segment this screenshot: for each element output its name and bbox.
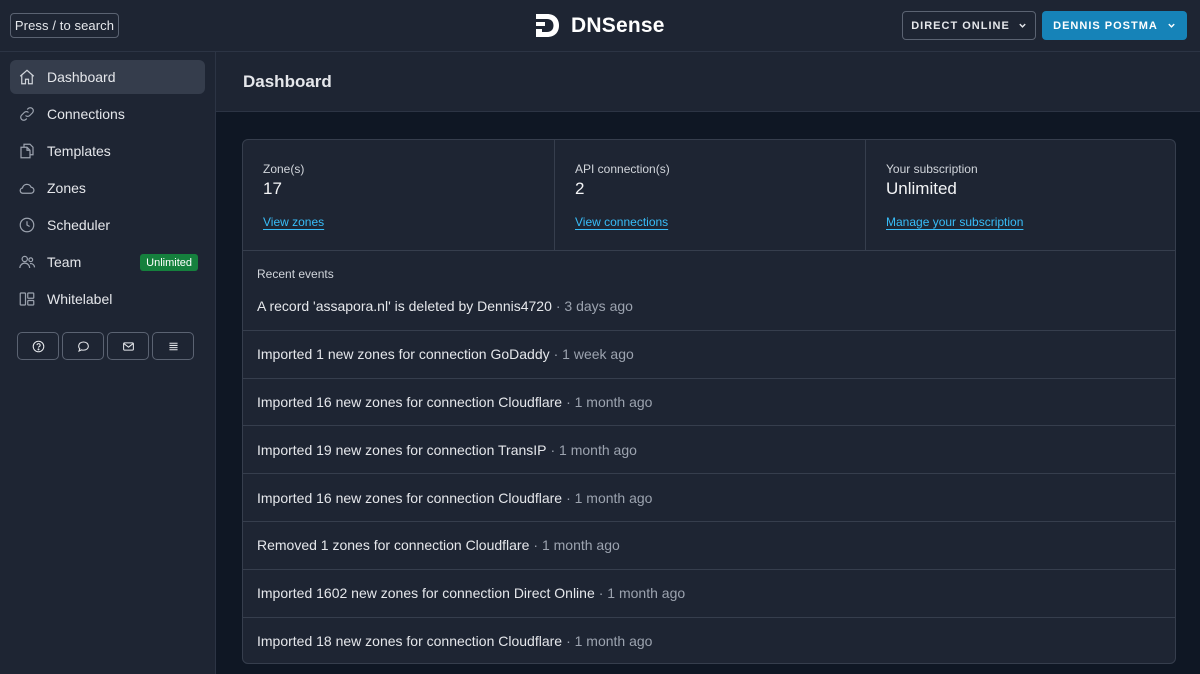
event-time: · 1 month ago bbox=[550, 441, 637, 458]
event-text: Imported 16 new zones for connection Clo… bbox=[257, 489, 563, 506]
help-button[interactable] bbox=[17, 332, 59, 360]
page-title: Dashboard bbox=[243, 72, 332, 91]
event-time: · 1 month ago bbox=[533, 537, 620, 554]
stat-label: Your subscription bbox=[886, 162, 978, 176]
layout-icon bbox=[18, 290, 36, 308]
recent-events-title: Recent events bbox=[257, 267, 334, 281]
sidebar-item-label: Team bbox=[47, 254, 82, 270]
event-time: · 3 days ago bbox=[555, 298, 633, 315]
list-item: Imported 1602 new zones for connection D… bbox=[243, 570, 1175, 618]
top-bar: Press / to search DNSense DIRECT ONLINE … bbox=[0, 0, 1200, 52]
organization-dropdown[interactable]: DIRECT ONLINE bbox=[902, 11, 1036, 40]
sidebar-item-label: Templates bbox=[47, 143, 111, 159]
recent-events-list: A record 'assapora.nl' is deleted by Den… bbox=[243, 283, 1175, 663]
event-time: · 1 month ago bbox=[566, 633, 653, 650]
sidebar-item-label: Scheduler bbox=[47, 217, 111, 233]
mail-button[interactable] bbox=[107, 332, 149, 360]
event-text: Imported 19 new zones for connection Tra… bbox=[257, 441, 547, 458]
sidebar-item-label: Zones bbox=[47, 180, 86, 196]
list-item: Imported 16 new zones for connection Clo… bbox=[243, 474, 1175, 522]
list-item: Imported 18 new zones for connection Clo… bbox=[243, 618, 1175, 663]
app-name: DNSense bbox=[571, 13, 665, 37]
stat-zones: Zone(s) 17 View zones bbox=[243, 140, 554, 251]
list-icon bbox=[168, 342, 178, 350]
event-text: A record 'assapora.nl' is deleted by Den… bbox=[257, 298, 552, 315]
sidebar-item-team[interactable]: Team Unlimited bbox=[10, 245, 205, 279]
chevron-down-icon bbox=[1168, 23, 1175, 28]
event-text: Imported 18 new zones for connection Clo… bbox=[257, 633, 563, 650]
stat-subscription: Your subscription Unlimited Manage your … bbox=[865, 140, 1175, 251]
list-item: Imported 16 new zones for connection Clo… bbox=[243, 379, 1175, 427]
stats-row: Zone(s) 17 View zones API connection(s) … bbox=[243, 140, 1175, 251]
plan-badge: Unlimited bbox=[140, 254, 198, 271]
sidebar-item-templates[interactable]: Templates bbox=[10, 134, 205, 168]
view-zones-link[interactable]: View zones bbox=[263, 215, 324, 229]
stat-api-connections: API connection(s) 2 View connections bbox=[554, 140, 865, 251]
chat-button[interactable] bbox=[62, 332, 104, 360]
help-icon bbox=[32, 340, 44, 352]
documents-icon bbox=[18, 142, 36, 160]
sidebar-tool-buttons bbox=[17, 332, 194, 360]
sidebar-item-scheduler[interactable]: Scheduler bbox=[10, 208, 205, 242]
sidebar-item-zones[interactable]: Zones bbox=[10, 171, 205, 205]
search-button[interactable]: Press / to search bbox=[10, 13, 119, 38]
stat-value: 17 bbox=[263, 179, 282, 198]
event-time: · 1 month ago bbox=[566, 393, 653, 410]
sidebar-item-connections[interactable]: Connections bbox=[10, 97, 205, 131]
cloud-icon bbox=[18, 179, 36, 197]
page-header: Dashboard bbox=[216, 52, 1200, 112]
sidebar: Dashboard Connections Templates Zones Sc… bbox=[0, 52, 216, 674]
dashboard-card: Zone(s) 17 View zones API connection(s) … bbox=[242, 139, 1176, 664]
stat-label: API connection(s) bbox=[575, 162, 670, 176]
event-text: Imported 16 new zones for connection Clo… bbox=[257, 393, 563, 410]
event-text: Imported 1 new zones for connection GoDa… bbox=[257, 346, 550, 363]
dnsense-logo-icon bbox=[536, 14, 559, 37]
view-connections-link[interactable]: View connections bbox=[575, 215, 668, 229]
list-item: Imported 1 new zones for connection GoDa… bbox=[243, 331, 1175, 379]
chevron-down-icon bbox=[1019, 23, 1026, 28]
sidebar-item-whitelabel[interactable]: Whitelabel bbox=[10, 282, 205, 316]
sidebar-item-label: Connections bbox=[47, 106, 125, 122]
sidebar-item-dashboard[interactable]: Dashboard bbox=[10, 60, 205, 94]
chat-icon bbox=[77, 341, 89, 352]
home-icon bbox=[18, 68, 36, 86]
list-item: Removed 1 zones for connection Cloudflar… bbox=[243, 522, 1175, 570]
event-text: Imported 1602 new zones for connection D… bbox=[257, 585, 595, 602]
stat-value: Unlimited bbox=[886, 179, 957, 198]
app-logo[interactable]: DNSense bbox=[534, 12, 665, 39]
sidebar-item-label: Dashboard bbox=[47, 69, 116, 85]
users-icon bbox=[18, 253, 36, 271]
stat-label: Zone(s) bbox=[263, 162, 305, 176]
sidebar-item-label: Whitelabel bbox=[47, 291, 113, 307]
stat-value: 2 bbox=[575, 179, 585, 198]
list-item: A record 'assapora.nl' is deleted by Den… bbox=[243, 283, 1175, 331]
event-text: Removed 1 zones for connection Cloudflar… bbox=[257, 537, 530, 554]
list-button[interactable] bbox=[152, 332, 194, 360]
organization-label: DIRECT ONLINE bbox=[911, 19, 1010, 32]
user-name-label: DENNIS POSTMA bbox=[1053, 19, 1158, 32]
list-item: Imported 19 new zones for connection Tra… bbox=[243, 426, 1175, 475]
link-icon bbox=[18, 105, 36, 123]
manage-subscription-link[interactable]: Manage your subscription bbox=[886, 215, 1023, 229]
user-menu-button[interactable]: DENNIS POSTMA bbox=[1042, 11, 1187, 40]
event-time: · 1 month ago bbox=[566, 489, 653, 506]
clock-icon bbox=[18, 216, 36, 234]
mail-icon bbox=[122, 341, 134, 351]
event-time: · 1 week ago bbox=[553, 346, 634, 363]
event-time: · 1 month ago bbox=[598, 585, 686, 602]
